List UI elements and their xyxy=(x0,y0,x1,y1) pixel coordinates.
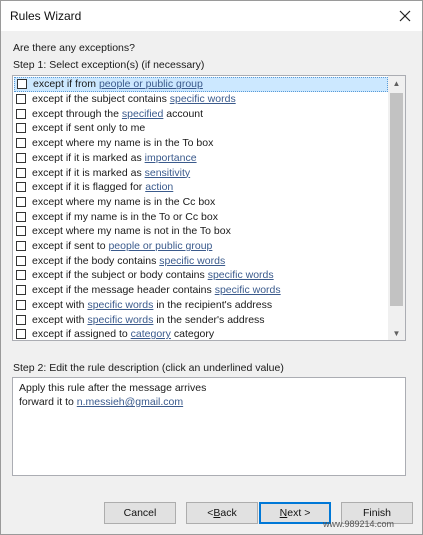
scroll-down-arrow[interactable]: ▼ xyxy=(388,326,405,340)
exception-text-suffix: in the recipient's address xyxy=(153,298,273,311)
exception-text: except if the subject contains xyxy=(32,93,170,106)
exception-text: except where my name is in the Cc box xyxy=(32,195,216,208)
step2-label: Step 2: Edit the rule description (click… xyxy=(13,362,284,374)
exceptions-question: Are there any exceptions? xyxy=(13,42,135,54)
description-line-2: forward it to n.messieh@gmail.com xyxy=(19,395,399,409)
exception-text: except through the xyxy=(32,107,122,120)
exception-checkbox[interactable] xyxy=(16,241,26,252)
exception-checkbox[interactable] xyxy=(16,255,26,266)
vertical-scrollbar[interactable]: ▲ ▼ xyxy=(388,76,405,340)
back-button[interactable]: < Back xyxy=(186,502,258,524)
exception-row[interactable]: except if it is marked as importance xyxy=(14,151,388,166)
exception-checkbox[interactable] xyxy=(16,94,26,105)
exception-checkbox[interactable] xyxy=(16,167,26,178)
exceptions-list[interactable]: except if from people or public group exc… xyxy=(12,75,406,341)
exception-checkbox[interactable] xyxy=(16,285,26,296)
exception-row[interactable]: except if the body contains specific wor… xyxy=(14,253,388,268)
exception-text: except if the subject or body contains xyxy=(32,269,208,282)
exception-checkbox[interactable] xyxy=(16,211,26,222)
exception-row[interactable]: except if the message header contains sp… xyxy=(14,283,388,298)
exception-checkbox[interactable] xyxy=(16,182,26,193)
exception-checkbox[interactable] xyxy=(16,138,26,149)
exception-row[interactable]: except with specific words in the recipi… xyxy=(14,298,388,313)
close-button[interactable] xyxy=(393,5,417,27)
exception-row[interactable]: except if it is flagged for action xyxy=(14,180,388,195)
exception-checkbox[interactable] xyxy=(16,299,26,310)
exception-row[interactable]: except if sent to people or public group xyxy=(14,239,388,254)
exception-text: except if it is marked as xyxy=(32,151,145,164)
exception-checkbox[interactable] xyxy=(16,196,26,207)
rules-wizard-window: Rules Wizard Are there any exceptions? S… xyxy=(0,0,423,535)
exception-value-link[interactable]: specific words xyxy=(87,299,153,311)
description-line-2-text: forward it to xyxy=(19,396,77,408)
exception-value-link[interactable]: specific words xyxy=(159,255,225,267)
cancel-button-label: Cancel xyxy=(123,507,157,519)
exception-row[interactable]: except if sent only to me xyxy=(14,121,388,136)
exception-text: except if the message header contains xyxy=(32,284,215,297)
exception-value-link[interactable]: people or public group xyxy=(99,78,203,90)
description-line-1: Apply this rule after the message arrive… xyxy=(19,382,207,394)
next-button[interactable]: Next > xyxy=(259,502,331,524)
exception-value-link[interactable]: specific words xyxy=(87,314,153,326)
window-title: Rules Wizard xyxy=(10,9,82,23)
back-button-mnemonic: B xyxy=(213,507,221,519)
cancel-button[interactable]: Cancel xyxy=(104,502,176,524)
exception-value-link[interactable]: sensitivity xyxy=(145,167,191,179)
exception-text-suffix: category xyxy=(170,328,215,341)
exception-row[interactable]: except if assigned to category category xyxy=(14,327,388,341)
exception-row[interactable]: except where my name is in the Cc box xyxy=(14,195,388,210)
exception-text: except with xyxy=(32,298,88,311)
exception-text: except if my name is in the To or Cc box xyxy=(32,210,218,223)
exception-value-link[interactable]: specific words xyxy=(215,284,281,296)
next-button-rest: ext > xyxy=(287,507,311,519)
exception-row[interactable]: except if my name is in the To or Cc box xyxy=(14,209,388,224)
exception-text: except if the body contains xyxy=(32,254,160,267)
exception-value-link[interactable]: specified xyxy=(122,108,163,120)
exception-text: except if assigned to xyxy=(32,328,131,341)
forward-address-link[interactable]: n.messieh@gmail.com xyxy=(77,396,183,408)
scroll-up-arrow[interactable]: ▲ xyxy=(388,76,405,90)
exception-value-link[interactable]: people or public group xyxy=(108,240,212,252)
exception-value-link[interactable]: specific words xyxy=(208,269,274,281)
exception-value-link[interactable]: importance xyxy=(145,152,197,164)
exception-value-link[interactable]: category xyxy=(131,328,171,340)
exception-text: except if from xyxy=(33,78,99,91)
exception-text-suffix: account xyxy=(163,107,204,120)
exception-row[interactable]: except if it is marked as sensitivity xyxy=(14,165,388,180)
exception-text-suffix: in the sender's address xyxy=(153,313,265,326)
exception-row[interactable]: except if from people or public group xyxy=(14,77,388,92)
back-button-rest: ack xyxy=(220,507,237,519)
watermark: www.989214.com xyxy=(323,519,395,529)
exception-row[interactable]: except through the specified account xyxy=(14,106,388,121)
finish-button-label: Finish xyxy=(362,507,391,519)
exception-checkbox[interactable] xyxy=(16,226,26,237)
exception-checkbox[interactable] xyxy=(16,314,26,325)
exception-text: except if it is marked as xyxy=(32,166,145,179)
scroll-thumb[interactable] xyxy=(390,93,403,306)
exception-text: except where my name is in the To box xyxy=(32,137,214,150)
exception-text: except if sent only to me xyxy=(32,122,146,135)
exception-text: except if it is flagged for xyxy=(32,181,146,194)
exception-row[interactable]: except if the subject contains specific … xyxy=(14,92,388,107)
exception-text: except if sent to xyxy=(32,240,109,253)
exception-text: except with xyxy=(32,313,88,326)
title-bar: Rules Wizard xyxy=(1,1,422,31)
exception-checkbox[interactable] xyxy=(16,270,26,281)
rule-description-box: Apply this rule after the message arrive… xyxy=(12,377,406,476)
exception-checkbox[interactable] xyxy=(16,123,26,134)
exception-row[interactable]: except with specific words in the sender… xyxy=(14,312,388,327)
exception-row[interactable]: except if the subject or body contains s… xyxy=(14,268,388,283)
exception-checkbox[interactable] xyxy=(16,108,26,119)
exception-row[interactable]: except where my name is not in the To bo… xyxy=(14,224,388,239)
exception-checkbox[interactable] xyxy=(16,152,26,163)
exception-row[interactable]: except where my name is in the To box xyxy=(14,136,388,151)
step1-label: Step 1: Select exception(s) (if necessar… xyxy=(13,59,205,71)
exception-text: except where my name is not in the To bo… xyxy=(32,225,231,238)
close-icon xyxy=(399,10,411,22)
exception-value-link[interactable]: specific words xyxy=(170,93,236,105)
exception-value-link[interactable]: action xyxy=(145,181,173,193)
exception-checkbox[interactable] xyxy=(16,329,26,340)
exception-checkbox[interactable] xyxy=(17,79,27,90)
next-button-mnemonic: N xyxy=(279,507,288,519)
